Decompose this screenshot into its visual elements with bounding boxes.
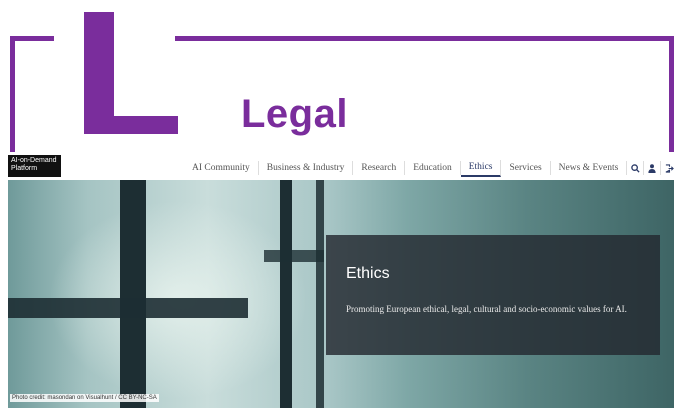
nav-ai-community[interactable]: AI Community — [184, 161, 259, 175]
hero-glass-lettering — [316, 180, 324, 408]
nav-research[interactable]: Research — [353, 161, 406, 175]
nav-news-events[interactable]: News & Events — [551, 161, 628, 175]
hero-glass-lettering — [8, 298, 248, 318]
frame-line — [175, 36, 674, 41]
logo-line-2: Platform — [11, 165, 38, 172]
photo-credit[interactable]: Photo credit: masondan on Visualhunt / C… — [10, 394, 159, 402]
hero-description: Promoting European ethical, legal, cultu… — [346, 304, 627, 314]
nav-ethics[interactable]: Ethics — [460, 159, 502, 177]
hero-glass-lettering — [264, 250, 324, 262]
frame-line — [10, 36, 54, 41]
hero-banner: Ethics Promoting European ethical, legal… — [8, 180, 674, 408]
logout-icon[interactable] — [661, 161, 674, 175]
slide-title: Legal — [241, 92, 348, 136]
nav-services[interactable]: Services — [501, 161, 551, 175]
nav-business-industry[interactable]: Business & Industry — [259, 161, 354, 175]
site-navbar: AI-on-Demand Platform AI Community Busin… — [8, 152, 674, 182]
main-nav: AI Community Business & Industry Researc… — [184, 158, 674, 178]
user-icon[interactable] — [644, 161, 662, 175]
search-icon[interactable] — [627, 161, 645, 175]
section-letter-graphic — [84, 12, 178, 134]
hero-glass-lettering — [120, 180, 146, 408]
hero-glass-lettering — [280, 180, 292, 408]
hero-caption-box: Ethics Promoting European ethical, legal… — [326, 235, 660, 355]
nav-education[interactable]: Education — [405, 161, 461, 175]
website-screenshot: AI-on-Demand Platform AI Community Busin… — [8, 152, 674, 408]
logo-line-1: AI-on-Demand — [11, 157, 57, 164]
site-logo[interactable]: AI-on-Demand Platform — [8, 155, 61, 177]
frame-line — [669, 36, 674, 156]
hero-heading: Ethics — [346, 265, 390, 282]
